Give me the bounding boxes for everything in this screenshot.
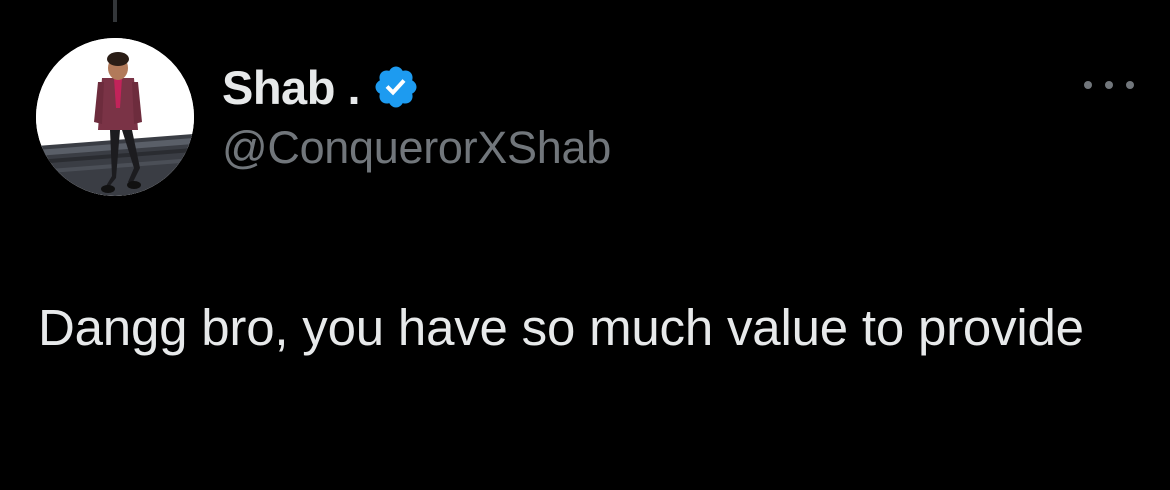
more-options-icon[interactable] [1084, 70, 1134, 100]
more-dot [1105, 81, 1113, 89]
avatar-photo [36, 38, 194, 196]
tweet-card: Shab . @ConquerorXShab Dangg bro, you ha… [0, 0, 1170, 490]
author-name-row: Shab . [222, 58, 611, 116]
author-display-name[interactable]: Shab . [222, 60, 361, 115]
author-block: Shab . @ConquerorXShab [222, 58, 611, 174]
verified-badge-icon [372, 63, 420, 111]
more-dot [1084, 81, 1092, 89]
avatar[interactable] [36, 38, 194, 196]
thread-connector-line [113, 0, 117, 22]
tweet-text: Dangg bro, you have so much value to pro… [38, 299, 1084, 356]
author-handle[interactable]: @ConquerorXShab [222, 122, 611, 174]
more-dot [1126, 81, 1134, 89]
